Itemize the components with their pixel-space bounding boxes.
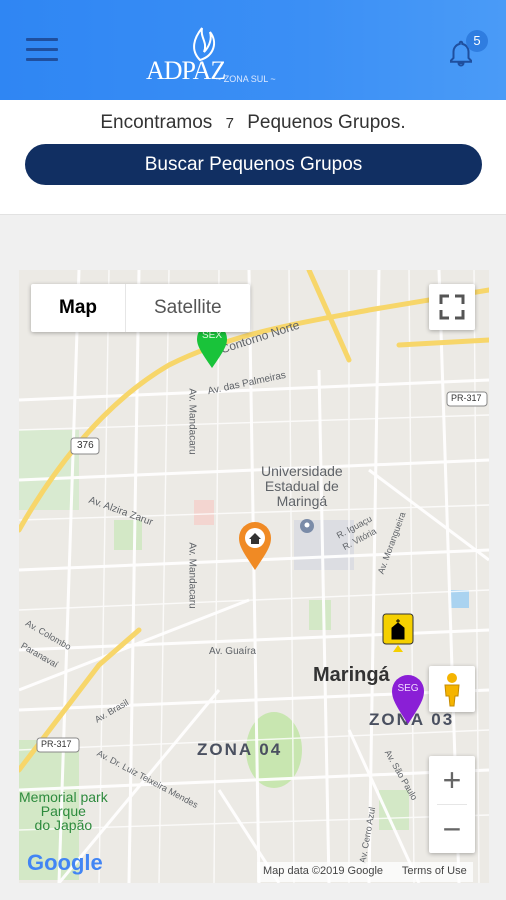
- map-attribution: Map data ©2019 Google Terms of Use: [257, 862, 473, 882]
- zoom-in-button[interactable]: +: [429, 756, 475, 804]
- university-pin-icon: [300, 519, 314, 533]
- map-label: Av. Guaíra: [209, 646, 256, 657]
- attribution-text: Map data ©2019 Google: [263, 865, 384, 877]
- map-label-university: Universidade Estadual de Maringá: [261, 463, 343, 509]
- church-marker[interactable]: [381, 612, 415, 654]
- map-label: PR-317: [451, 393, 482, 403]
- logo-text: ADPAZ: [146, 56, 226, 85]
- menu-icon[interactable]: [26, 36, 58, 64]
- map-label-zone: ZONA 04: [197, 740, 283, 759]
- zoom-out-button[interactable]: −: [429, 805, 475, 853]
- map-label: PR-317: [41, 739, 72, 749]
- search-panel: Encontramos 7 Pequenos Grupos. Buscar Pe…: [0, 100, 506, 215]
- map-label: Av. Mandacaru: [186, 542, 198, 609]
- marker-label: SEG: [397, 683, 418, 694]
- results-summary: Encontramos 7 Pequenos Grupos.: [0, 112, 506, 134]
- results-count: 7: [225, 115, 234, 132]
- group-marker-seg[interactable]: SEG: [390, 674, 426, 726]
- logo: ADPAZ ~ ZONA SUL ~: [146, 26, 276, 90]
- map-type-satellite-button[interactable]: Satellite: [126, 284, 250, 332]
- google-logo-text: Google: [27, 850, 103, 875]
- map-view[interactable]: Contorno Norte Av. das Palmeiras Av. Man…: [19, 270, 489, 883]
- notification-badge: 5: [466, 30, 488, 52]
- map-label-city: Maringá: [313, 664, 390, 686]
- map-label: Av. Mandacaru: [186, 388, 198, 455]
- map-type-map-button[interactable]: Map: [31, 284, 126, 332]
- fullscreen-icon[interactable]: [429, 284, 475, 330]
- search-groups-button[interactable]: Buscar Pequenos Grupos: [25, 144, 482, 185]
- map-label-park: Memorial park Parque do Japão: [19, 789, 108, 833]
- zoom-control: + −: [429, 756, 475, 853]
- home-marker[interactable]: [237, 522, 273, 572]
- map-type-control: Map Satellite: [31, 284, 250, 332]
- app-header: ADPAZ ~ ZONA SUL ~ 5: [0, 0, 506, 100]
- google-logo: Google: [27, 850, 107, 882]
- results-suffix: Pequenos Grupos.: [247, 112, 406, 133]
- map-label: 376: [77, 440, 94, 451]
- logo-subtitle: ~ ZONA SUL ~: [216, 74, 276, 84]
- terms-link[interactable]: Terms of Use: [402, 865, 467, 877]
- results-prefix: Encontramos: [100, 112, 213, 133]
- street-view-pegman-icon[interactable]: [429, 666, 475, 712]
